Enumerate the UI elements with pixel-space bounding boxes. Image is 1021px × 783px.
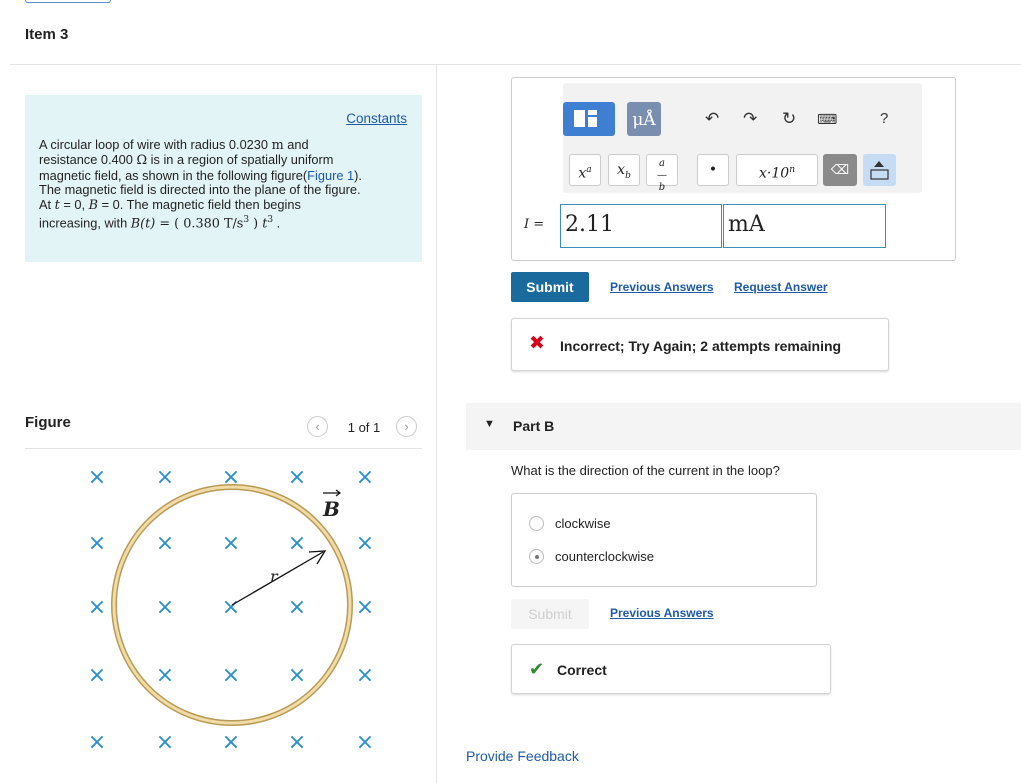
column-divider [436,65,437,783]
top-tab-stub [25,0,111,3]
field-cross-icon: × [156,730,174,755]
chevron-right-icon[interactable]: › [396,416,417,437]
field-cross-icon: × [222,663,240,688]
radio-clockwise[interactable] [529,516,544,531]
answer-box: μÅ ↶ ↷ ↻ ⌨ ? xa xb a — b • x·10n ⌫ I = 2.1… [511,77,956,261]
field-cross-icon: × [288,730,306,755]
magnetic-field-figure: × × × × ×× × × × ×× × × × ×× × × × ×× × × × × r B [88,465,374,755]
correct-feedback-box: ✔ Correct [511,644,831,694]
radius-label: r [270,567,279,586]
redo-icon[interactable]: ↷ [743,109,757,129]
templates-icon[interactable] [563,102,615,136]
b-field-label: B [322,497,340,521]
field-cross-icon: × [356,465,374,490]
problem-statement: Constants A circular loop of wire with r… [25,95,422,262]
field-cross-icon: × [288,531,306,556]
help-button[interactable]: ? [880,109,888,129]
fraction-button[interactable]: a — b [646,154,678,193]
radio-counterclockwise[interactable] [529,549,544,564]
field-cross-icon: × [288,663,306,688]
field-cross-icon: × [288,465,306,490]
superscript-button[interactable]: xa [569,154,601,186]
field-cross-icon: × [222,730,240,755]
field-cross-icon: × [88,531,106,556]
item-title: Item 3 [25,26,69,43]
field-cross-icon: × [156,465,174,490]
x-mark-icon: ✖ [529,333,545,354]
feedback-box: ✖ Incorrect; Try Again; 2 attempts remai… [511,318,889,371]
field-cross-icon: × [356,531,374,556]
top-divider [10,64,1021,65]
figure-1-link[interactable]: Figure 1 [307,168,354,183]
math-toolbar: μÅ ↶ ↷ ↻ ⌨ ? xa xb a — b • x·10n ⌫ [563,83,922,193]
part-b-header[interactable]: ▼ Part B [466,403,1021,450]
field-cross-icon: × [222,531,240,556]
correct-text: Correct [557,662,607,678]
subscript-button[interactable]: xb [608,154,640,186]
field-cross-icon: × [288,595,306,620]
value-input[interactable]: 2.11 [560,204,722,248]
figure-title: Figure [25,414,71,431]
problem-text: A circular loop of wire with radius 0.02… [39,137,362,232]
previous-answers-link-b[interactable]: Previous Answers [610,606,714,620]
field-cross-icon: × [356,730,374,755]
scientific-notation-button[interactable]: x·10n [736,154,818,186]
provide-feedback-link[interactable]: Provide Feedback [466,748,579,764]
chevron-left-icon[interactable]: ‹ [307,416,328,437]
field-cross-icon: × [88,730,106,755]
previous-answers-link[interactable]: Previous Answers [610,280,714,294]
keyboard-icon[interactable]: ⌨ [817,109,837,129]
field-cross-icon: × [156,663,174,688]
field-cross-icon: × [156,531,174,556]
undo-icon[interactable]: ↶ [705,109,719,129]
field-cross-icon: × [222,595,240,620]
figure-divider [25,448,422,449]
constants-link[interactable]: Constants [346,111,407,126]
option-label: clockwise [555,516,611,531]
feedback-text: Incorrect; Try Again; 2 attempts remaini… [560,338,842,354]
request-answer-link[interactable]: Request Answer [734,280,828,294]
submit-button-disabled: Submit [511,599,589,629]
dot-button[interactable]: • [697,154,729,186]
part-b-title: Part B [513,418,555,434]
caret-down-icon: ▼ [484,418,495,430]
field-cross-icon: × [156,595,174,620]
figure-counter: 1 of 1 [347,420,381,435]
units-button[interactable]: μÅ [627,102,661,136]
option-label: counterclockwise [555,549,654,564]
submit-button[interactable]: Submit [511,272,589,302]
delete-icon[interactable]: ⌫ [823,154,857,186]
variable-label: I = [524,217,545,232]
field-cross-icon: × [356,663,374,688]
keyboard-toggle-icon[interactable] [863,154,896,186]
check-icon: ✔ [529,659,545,679]
unit-input[interactable]: mA [723,204,886,248]
field-cross-icon: × [88,465,106,490]
field-cross-icon: × [88,663,106,688]
part-b-question: What is the direction of the current in … [511,463,780,478]
field-cross-icon: × [356,595,374,620]
field-cross-icon: × [88,595,106,620]
options-box: clockwise counterclockwise [511,493,817,587]
reset-icon[interactable]: ↻ [782,109,796,129]
